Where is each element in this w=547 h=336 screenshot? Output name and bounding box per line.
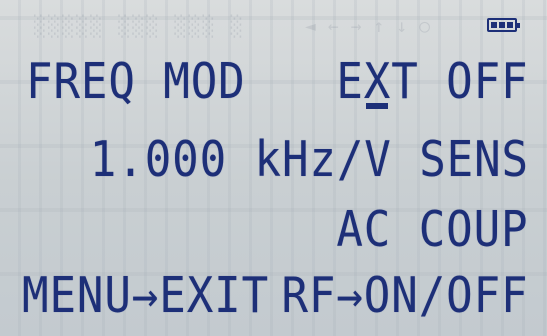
battery-cell-3 xyxy=(507,22,513,28)
ghost-annunciator-icons: ◄ ← → ↑ ↓ ○ xyxy=(305,16,430,37)
battery-cell-2 xyxy=(499,22,505,28)
freq-mod-label: FREQ MOD xyxy=(26,53,246,110)
rf-on-off-hint: RF→ON/OFF xyxy=(281,267,529,324)
display-row-2: 1.000 kHz/V SENS xyxy=(0,130,547,190)
coupling-status: AC COUP xyxy=(336,201,529,258)
display-row-4: MENU→EXIT RF→ON/OFF xyxy=(0,266,547,326)
display-row-1: FREQ MOD EXT OFF xyxy=(0,52,547,112)
menu-exit-hint: MENU→EXIT xyxy=(22,267,270,324)
battery-full-icon xyxy=(487,18,520,32)
edit-cursor xyxy=(366,103,388,109)
sensitivity-value: 1.000 kHz/V SENS xyxy=(89,131,529,188)
ghost-arrow-left-icon: ◄ xyxy=(305,16,316,37)
ghost-arrow-down-icon: ↓ xyxy=(396,16,408,37)
battery-cell-1 xyxy=(491,22,497,28)
display-row-3: AC COUP xyxy=(0,200,547,260)
ghost-arrow-left-icon-2: ← xyxy=(327,16,339,37)
ghost-circle-icon: ○ xyxy=(419,16,431,37)
status-bar: ░░░░░ ░░░ ░░░ ░ ◄ ← → ↑ ↓ ○ xyxy=(0,10,547,44)
ghost-arrow-right-icon: → xyxy=(350,16,362,37)
lcd-display: ░░░░░ ░░░ ░░░ ░ ◄ ← → ↑ ↓ ○ FREQ MOD EXT… xyxy=(0,0,547,336)
ghost-status-segments: ░░░░░ ░░░ ░░░ ░ xyxy=(34,14,245,38)
ghost-arrow-up-icon: ↑ xyxy=(373,16,385,37)
